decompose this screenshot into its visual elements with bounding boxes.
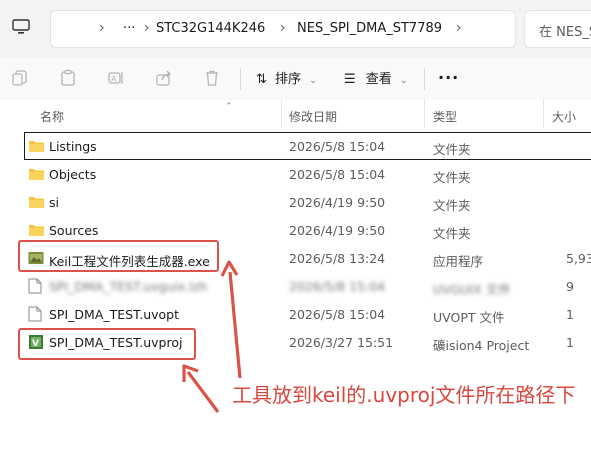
arrow-to-uvproj-icon [182, 364, 220, 413]
annotation-text: 工具放到keil的.uvproj文件所在路径下 [232, 383, 576, 407]
arrow-to-exe-icon [220, 260, 242, 379]
